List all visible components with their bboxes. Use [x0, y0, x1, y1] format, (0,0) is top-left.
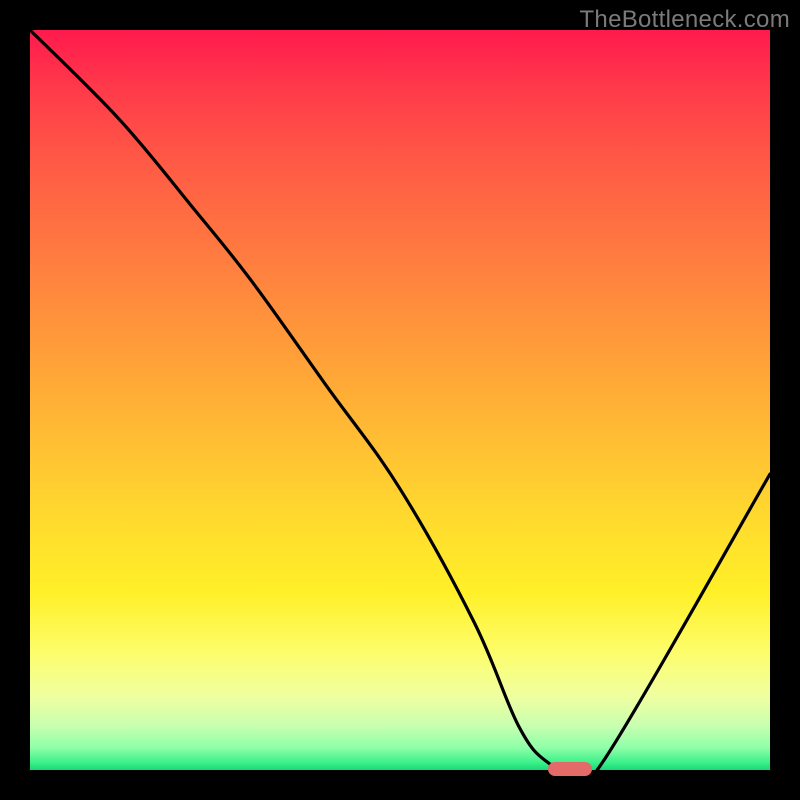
plot-area	[30, 30, 770, 770]
bottleneck-curve	[30, 30, 770, 770]
chart-frame: TheBottleneck.com	[0, 0, 800, 800]
optimal-range-marker	[548, 762, 592, 776]
watermark-text: TheBottleneck.com	[579, 6, 790, 34]
